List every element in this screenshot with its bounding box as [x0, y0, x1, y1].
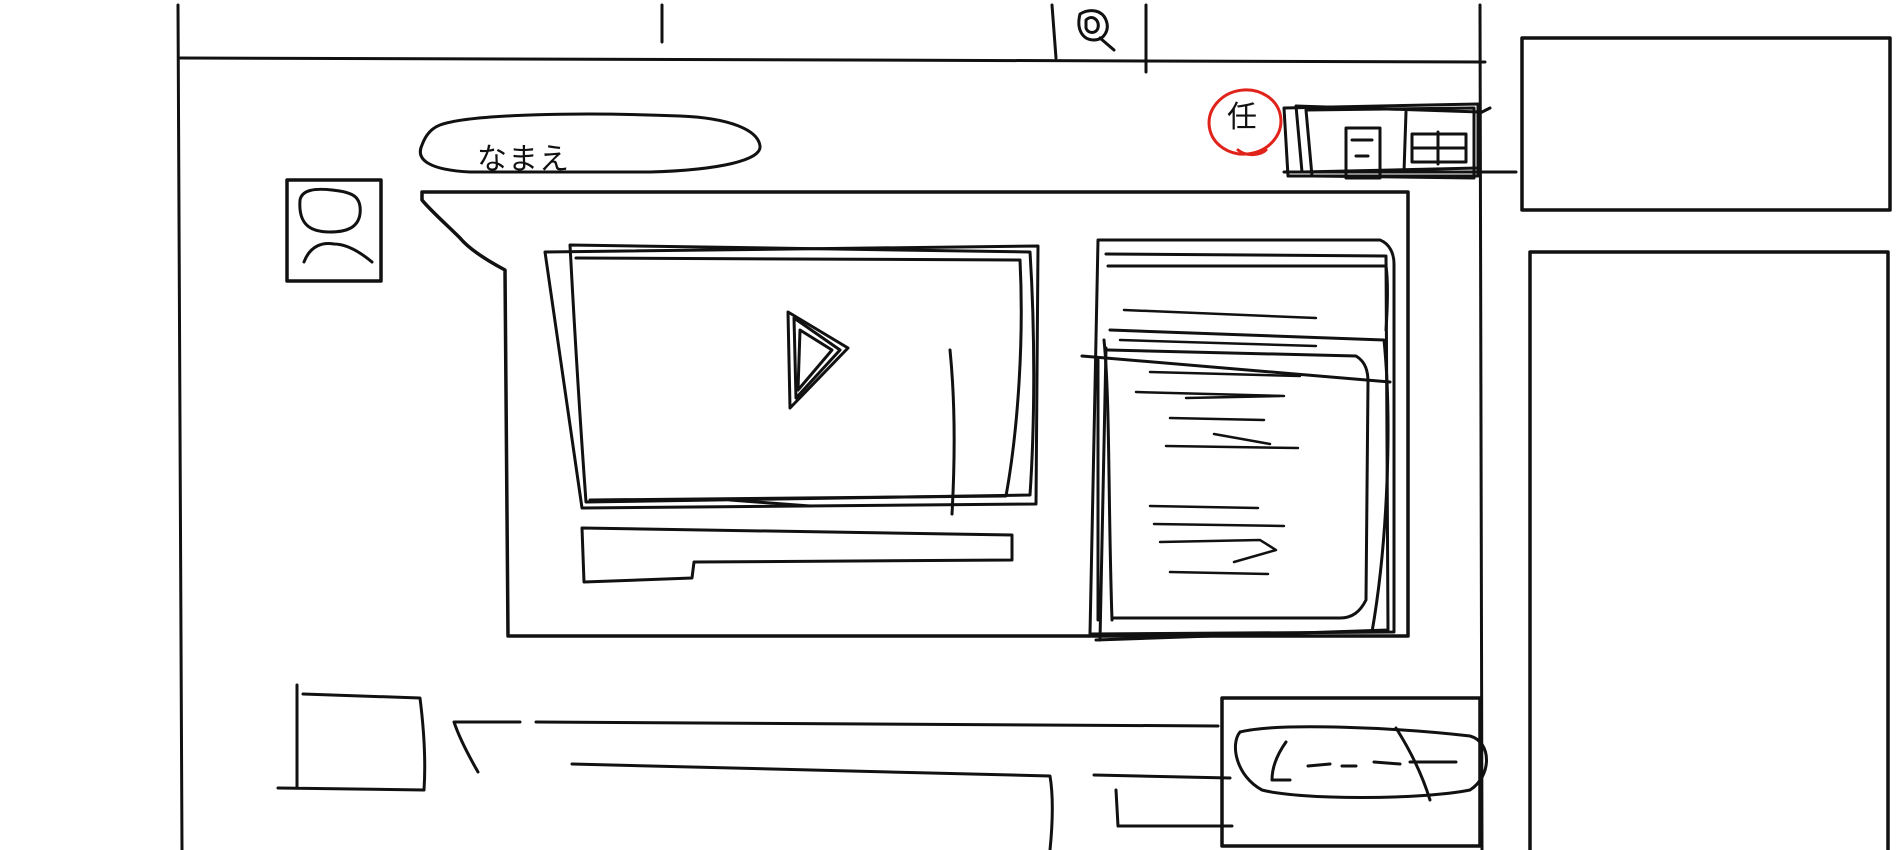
grid-view-icon[interactable]: [1410, 130, 1468, 166]
comment-line-3: [1092, 773, 1232, 780]
header-divider-2: [1050, 3, 1058, 60]
left-frame-line: [176, 3, 184, 850]
play-icon[interactable]: [786, 310, 850, 410]
back-arrow[interactable]: [452, 720, 522, 774]
comment-line-4: [1114, 788, 1234, 828]
sidebar-panel-bottom: [1528, 250, 1890, 850]
comment-line-2: [570, 762, 1054, 850]
caption-bar: [580, 526, 1014, 584]
reply-box[interactable]: [1220, 696, 1488, 848]
comment-line-1: [534, 720, 1220, 728]
wireframe-sketch: [176, 3, 1892, 850]
sidebar-panel-top: [1520, 36, 1892, 212]
avatar-icon: [285, 178, 383, 283]
name-pill[interactable]: [418, 112, 762, 174]
video-player[interactable]: [543, 243, 1040, 516]
thumbnail-box: [276, 683, 427, 792]
search-icon[interactable]: [1077, 9, 1116, 52]
header-bottom-line: [178, 56, 1487, 64]
text-panel: [1080, 238, 1396, 642]
name-pill-label: なまえ: [477, 142, 570, 177]
stamp-label: 任: [1227, 100, 1257, 135]
